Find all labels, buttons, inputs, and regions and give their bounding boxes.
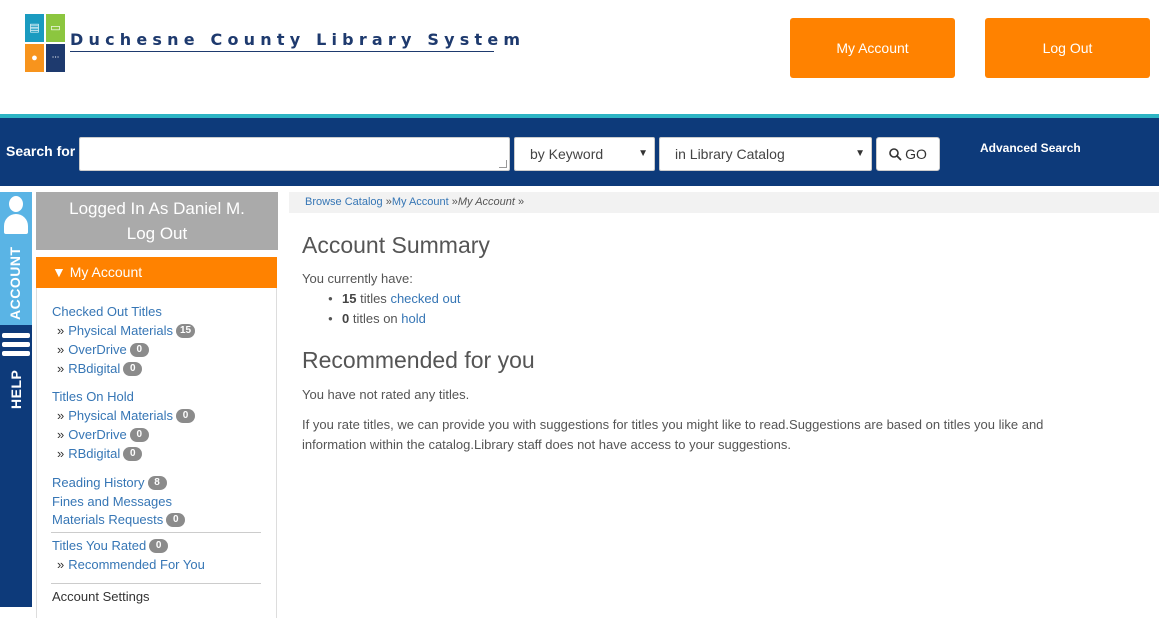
dropdown-arrow-icon: ▼ — [638, 148, 648, 159]
sidebar-checked-out-titles[interactable]: Checked Out Titles — [52, 304, 162, 319]
count-badge: 0 — [176, 408, 195, 423]
currently-have-text: You currently have: — [302, 271, 413, 286]
breadcrumb: Browse Catalog »My Account »My Account » — [289, 192, 1159, 213]
people-icon: ᐧᐧᐧ — [46, 44, 65, 72]
logged-in-box: Logged In As Daniel M. Log Out — [36, 192, 278, 250]
help-tab-label: HELP — [8, 369, 24, 409]
sidebar-materials-requests[interactable]: Materials Requests 0 — [52, 512, 186, 527]
site-header: ▤ ▭ ● ᐧᐧᐧ Duchesne County Library System… — [0, 0, 1159, 114]
search-input[interactable] — [79, 137, 510, 171]
sidebar-fines-messages[interactable]: Fines and Messages — [52, 494, 172, 509]
sidebar-titles-on-hold[interactable]: Titles On Hold — [52, 389, 134, 404]
count-badge: 0 — [129, 342, 149, 357]
menu-title: My Account — [69, 264, 143, 280]
search-go-button[interactable]: GO — [876, 137, 940, 171]
breadcrumb-separator: » — [518, 196, 525, 208]
breadcrumb-my-account[interactable]: My Account — [392, 196, 449, 208]
user-icon — [4, 196, 28, 236]
sidebar-reading-history[interactable]: Reading History 8 — [52, 475, 167, 490]
resize-grip-icon[interactable] — [499, 160, 507, 168]
count-badge: 8 — [147, 475, 167, 490]
checked-out-summary: 15 titles checked out — [328, 291, 460, 306]
sidebar-hold-physical[interactable]: » Physical Materials 0 — [57, 408, 195, 423]
search-scope-value: in Library Catalog — [675, 146, 785, 162]
sidebar-recommended[interactable]: » Recommended For You — [57, 557, 205, 572]
menu-lines-icon — [2, 333, 30, 360]
recommended-heading: Recommended for you — [302, 347, 535, 373]
count-badge: 0 — [149, 538, 169, 553]
sidebar-titles-rated[interactable]: Titles You Rated 0 — [52, 538, 169, 553]
search-scope-select[interactable]: in Library Catalog ▼ — [659, 137, 872, 171]
search-type-value: by Keyword — [530, 146, 604, 162]
account-summary-heading: Account Summary — [302, 232, 490, 258]
sidebar-logout-link[interactable]: Log Out — [36, 221, 278, 246]
log-out-button[interactable]: Log Out — [985, 18, 1150, 78]
sidebar-hold-rbdigital[interactable]: » RBdigital 0 — [57, 446, 143, 461]
account-tab[interactable]: ACCOUNT — [0, 192, 32, 325]
count-badge: 0 — [123, 361, 143, 376]
my-account-button[interactable]: My Account — [790, 18, 955, 78]
hold-link[interactable]: hold — [401, 311, 426, 326]
help-tab[interactable]: HELP — [0, 325, 32, 607]
not-rated-text: You have not rated any titles. — [302, 387, 470, 402]
sidebar-checked-physical[interactable]: » Physical Materials 15 — [57, 323, 196, 338]
magnifier-icon — [889, 147, 902, 161]
site-name-underline — [70, 51, 494, 52]
count-badge: 0 — [123, 446, 143, 461]
search-label: Search for — [6, 143, 76, 159]
book-icon: ▤ — [25, 14, 44, 42]
breadcrumb-current: My Account — [457, 196, 515, 208]
search-type-select[interactable]: by Keyword ▼ — [514, 137, 655, 171]
logged-in-as: Logged In As Daniel M. — [69, 199, 245, 218]
account-tab-label: ACCOUNT — [7, 246, 23, 321]
library-logo[interactable]: ▤ ▭ ● ᐧᐧᐧ — [25, 14, 65, 72]
search-bar: Search for by Keyword ▼ in Library Catal… — [0, 118, 1159, 186]
sidebar-checked-overdrive[interactable]: » OverDrive 0 — [57, 342, 149, 357]
advanced-search-link[interactable]: Advanced Search — [980, 141, 1081, 155]
count-badge: 15 — [176, 323, 196, 338]
sidebar-account-settings[interactable]: Account Settings — [52, 589, 150, 604]
count-badge: 0 — [129, 427, 149, 442]
dropdown-arrow-icon: ▼ — [855, 148, 865, 159]
hold-summary: 0 titles on hold — [328, 311, 426, 326]
site-name[interactable]: Duchesne County Library System — [70, 30, 525, 49]
sidebar-divider — [51, 583, 261, 584]
go-label: GO — [905, 146, 927, 162]
count-badge: 0 — [166, 512, 186, 527]
sidebar-hold-overdrive[interactable]: » OverDrive 0 — [57, 427, 149, 442]
computer-icon: ▭ — [46, 14, 65, 42]
triangle-down-icon: ▼ — [52, 264, 66, 280]
lightbulb-icon: ● — [25, 44, 44, 72]
my-account-menu-header[interactable]: ▼ My Account — [36, 257, 277, 288]
sidebar-checked-rbdigital[interactable]: » RBdigital 0 — [57, 361, 143, 376]
breadcrumb-browse-catalog[interactable]: Browse Catalog — [305, 196, 383, 208]
sidebar-divider — [51, 532, 261, 533]
checked-out-link[interactable]: checked out — [390, 291, 460, 306]
rating-info-text: If you rate titles, we can provide you w… — [302, 417, 1044, 452]
